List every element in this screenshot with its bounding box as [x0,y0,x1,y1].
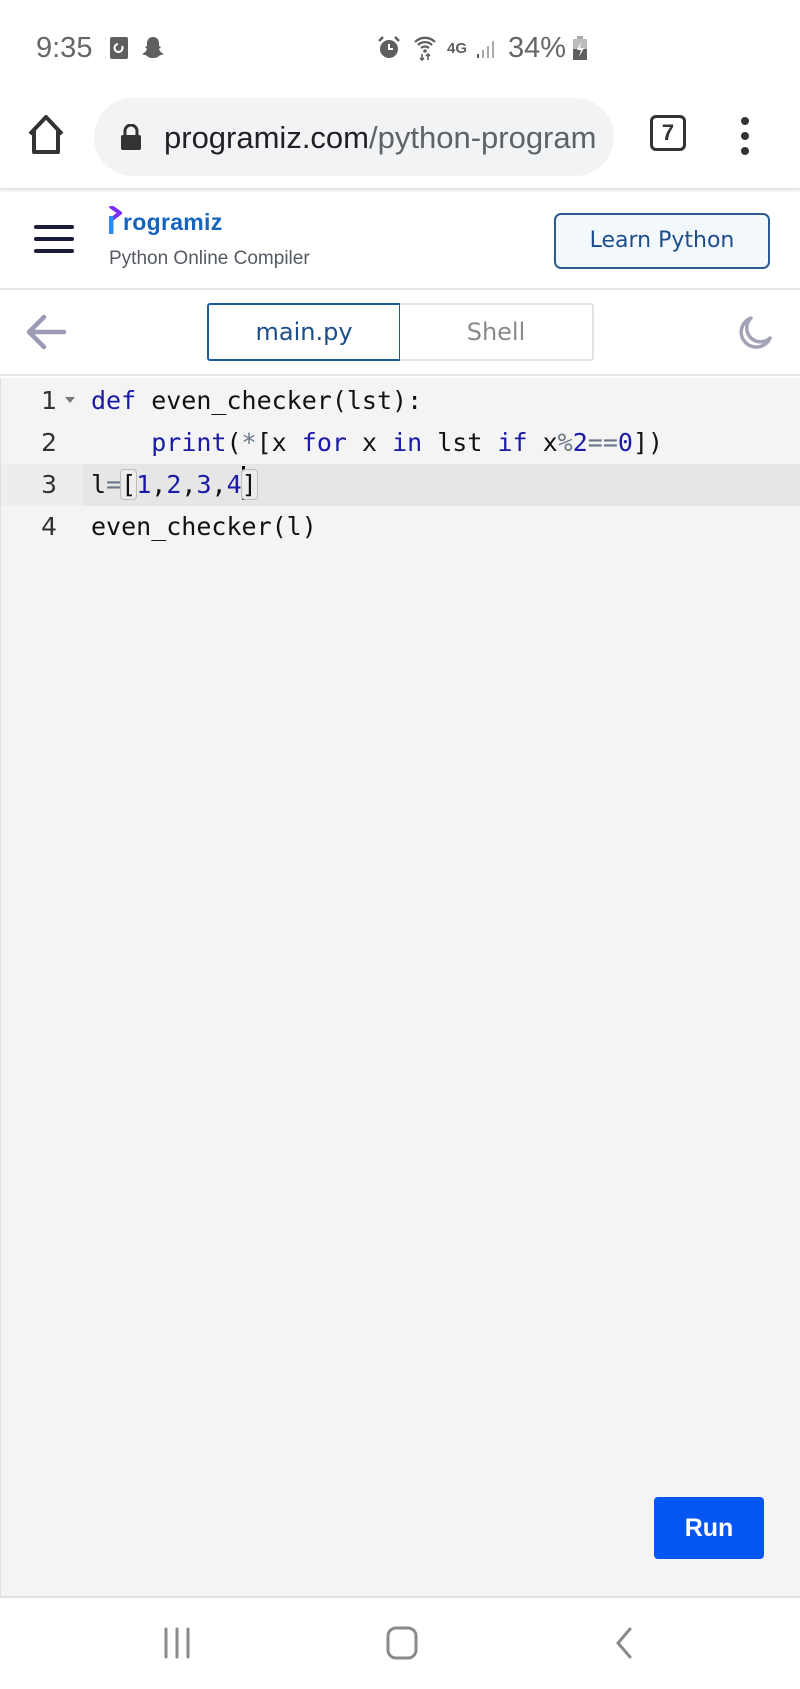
code-token: ( [226,428,242,457]
line-gutter: 2 [1,422,83,464]
url-domain: programiz.com [164,120,369,155]
tab-switcher-button[interactable]: 7 [650,115,686,151]
home-nav-button[interactable] [386,1626,418,1660]
alarm-icon [376,36,402,60]
browser-menu-button[interactable] [730,114,760,158]
more-vert-icon [741,117,749,155]
address-bar[interactable]: programiz.com/python-program [94,98,614,176]
line-gutter: 3 [1,464,83,506]
code-token: l [91,470,107,499]
page-subtitle: Python Online Compiler [109,248,310,269]
code-token: x [527,428,558,457]
number: 0 [617,428,633,457]
keyword: in [392,428,423,457]
4g-lte-icon: 4G [446,39,467,57]
code-text: even_checker(l) [91,512,317,541]
hamburger-line [34,249,74,253]
home-icon [28,115,64,154]
browser-toolbar: programiz.com/python-program 7 [0,92,800,190]
tab-shell[interactable]: Shell [400,303,594,361]
number: 3 [196,470,212,499]
screen-recorder-icon [108,36,130,60]
operator: % [557,428,573,457]
programiz-logo-icon [108,206,122,234]
arrow-left-icon [26,314,67,350]
hamburger-line [34,237,74,241]
hamburger-menu-button[interactable] [34,222,76,254]
url-text: programiz.com/python-program [164,120,604,156]
code-text: l=[1,2,3,4] [91,464,258,506]
code-line[interactable]: 2 print(*[x for x in lst if x%2==0]) [1,422,800,464]
back-button[interactable] [24,312,68,352]
code-editor[interactable]: 1 def even_checker(lst): 2 print(*[x for… [0,378,800,1596]
code-token: lst [422,428,498,457]
tab-main-py[interactable]: main.py [207,303,401,361]
number: 2 [572,428,588,457]
home-button[interactable] [26,112,68,162]
url-path: /python-program [369,120,597,155]
operator: = [106,470,122,499]
wifi-icon [412,36,438,61]
code-token: , [211,470,227,499]
recent-apps-button[interactable] [162,1626,192,1660]
builtin: print [151,428,227,457]
keyword: for [301,428,347,457]
code-line[interactable]: 1 def even_checker(lst): [1,380,800,422]
editor-toolbar: main.py Shell [0,290,800,376]
dark-mode-toggle[interactable] [734,314,774,354]
code-line[interactable]: 4 even_checker(l) [1,506,800,548]
programiz-logo[interactable]: rogramiz [108,206,223,236]
number: 4 [226,470,242,499]
run-button[interactable]: Run [654,1497,764,1559]
home-nav-icon [386,1626,418,1660]
snapchat-icon [140,36,166,60]
code-token: ]) [632,428,664,457]
system-nav-bar [0,1596,800,1689]
code-token: [x [256,428,302,457]
recent-apps-icon [164,1627,190,1659]
operator: == [587,428,618,457]
line-number: 1 [41,386,57,415]
status-bar: 9:35 4G 34% [0,0,800,92]
bracket-match: [ [120,469,138,500]
site-header: rogramiz Python Online Compiler Learn Py… [0,192,800,290]
logo-text: rogramiz [123,209,223,235]
bracket-match: ] [240,469,258,500]
signal-icon [476,36,498,60]
number: 1 [136,470,152,499]
line-gutter: 1 [1,380,83,422]
code-token: x [346,428,393,457]
code-text: def even_checker(lst): [91,380,422,422]
code-line-active[interactable]: 3 l=[1,2,3,4] [1,464,800,506]
keyword: if [497,428,528,457]
number: 2 [166,470,182,499]
battery-charging-icon [572,36,588,60]
back-nav-button[interactable] [614,1626,634,1660]
keyword: def [91,386,137,415]
code-token: , [151,470,167,499]
code-text: print(*[x for x in lst if x%2==0]) [91,422,663,464]
status-time: 9:35 [36,32,93,64]
line-number: 4 [41,512,57,541]
hamburger-line [34,225,74,229]
line-number: 2 [41,428,57,457]
battery-percent: 34% [508,32,567,64]
operator: * [241,428,257,457]
line-gutter: 4 [1,506,83,548]
fold-arrow-icon[interactable] [65,397,75,403]
code-token: , [181,470,197,499]
line-number: 3 [41,470,57,499]
code-token: even_checker(lst): [136,386,423,415]
back-nav-icon [616,1627,632,1659]
moon-icon [739,316,772,349]
lock-icon [121,124,141,150]
learn-python-button[interactable]: Learn Python [554,213,770,269]
